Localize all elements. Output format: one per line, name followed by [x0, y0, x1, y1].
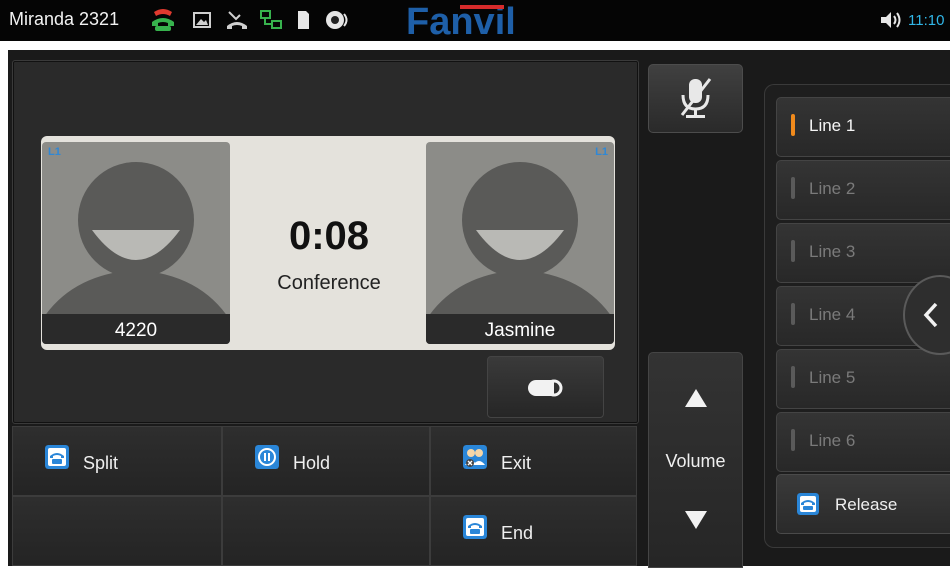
exit-label: Exit — [501, 453, 532, 473]
line-5-button[interactable]: Line 5 — [776, 349, 950, 409]
line-status-indicator — [791, 366, 795, 388]
empty-cell — [222, 496, 430, 566]
chevron-left-icon — [923, 302, 938, 328]
hold-button[interactable]: Hold — [222, 426, 430, 496]
line-status-indicator — [791, 240, 795, 262]
volume-down-button[interactable] — [683, 509, 709, 531]
exit-button[interactable]: Exit — [430, 426, 637, 496]
exit-conference-icon — [463, 445, 487, 469]
line-label: Line 4 — [809, 305, 856, 324]
participant-card: L1 4220 — [42, 142, 230, 344]
mic-off-icon — [680, 78, 712, 118]
volume-up-button[interactable] — [683, 387, 709, 409]
line-status-indicator — [791, 114, 795, 136]
line-tag: L1 — [595, 146, 608, 158]
clock: 11:10 — [908, 12, 945, 29]
participant-card: L1 Jasmine — [426, 142, 614, 344]
line-6-button[interactable]: Line 6 — [776, 412, 950, 472]
line-label: Line 2 — [809, 179, 856, 198]
split-button[interactable]: Split — [12, 426, 222, 496]
line-label: Line 6 — [809, 431, 856, 450]
account-label: Miranda 2321 — [9, 9, 120, 29]
speaker-icon — [326, 11, 348, 29]
end-label: End — [501, 523, 534, 543]
line-3-button[interactable]: Line 3 — [776, 223, 950, 283]
line-label: Line 5 — [809, 368, 856, 387]
line-tag: L1 — [48, 146, 61, 158]
release-label: Release — [835, 495, 898, 514]
line-label: Line 1 — [809, 116, 856, 135]
hold-label: Hold — [293, 453, 331, 473]
missed-call-icon — [227, 11, 247, 29]
hold-icon — [255, 445, 279, 469]
picture-icon — [193, 12, 211, 28]
release-call-icon — [797, 493, 819, 515]
action-grid: Split Hold Exit End — [12, 426, 637, 566]
line-label: Line 3 — [809, 242, 856, 261]
split-icon — [45, 445, 69, 469]
call-timer: 0:08 — [288, 214, 370, 258]
release-button[interactable]: Release — [776, 474, 950, 534]
volume-control: Volume — [648, 352, 743, 568]
phone-icon — [152, 9, 174, 31]
end-button[interactable]: End — [430, 496, 637, 566]
line-status-indicator — [791, 429, 795, 451]
voicemail-icon — [528, 379, 563, 397]
volume-icon — [881, 12, 901, 28]
line-2-button[interactable]: Line 2 — [776, 160, 950, 220]
line-status-indicator — [791, 303, 795, 325]
status-bar: Miranda 2321 Fanvil 11:10 — [0, 0, 950, 41]
line-status-indicator — [791, 177, 795, 199]
line-1-button[interactable]: Line 1 — [776, 97, 950, 157]
end-call-icon — [463, 515, 487, 539]
empty-cell — [12, 496, 222, 566]
sd-card-icon — [298, 11, 309, 29]
split-label: Split — [83, 453, 119, 473]
record-button[interactable] — [487, 356, 604, 418]
participant-name: 4220 — [42, 314, 230, 344]
network-icon — [260, 10, 282, 29]
participant-name: Jasmine — [426, 314, 614, 344]
call-state: Conference — [277, 272, 381, 294]
volume-label: Volume — [665, 451, 726, 471]
fanvil-logo: Fanvil — [406, 2, 516, 40]
mute-button[interactable] — [648, 64, 743, 133]
